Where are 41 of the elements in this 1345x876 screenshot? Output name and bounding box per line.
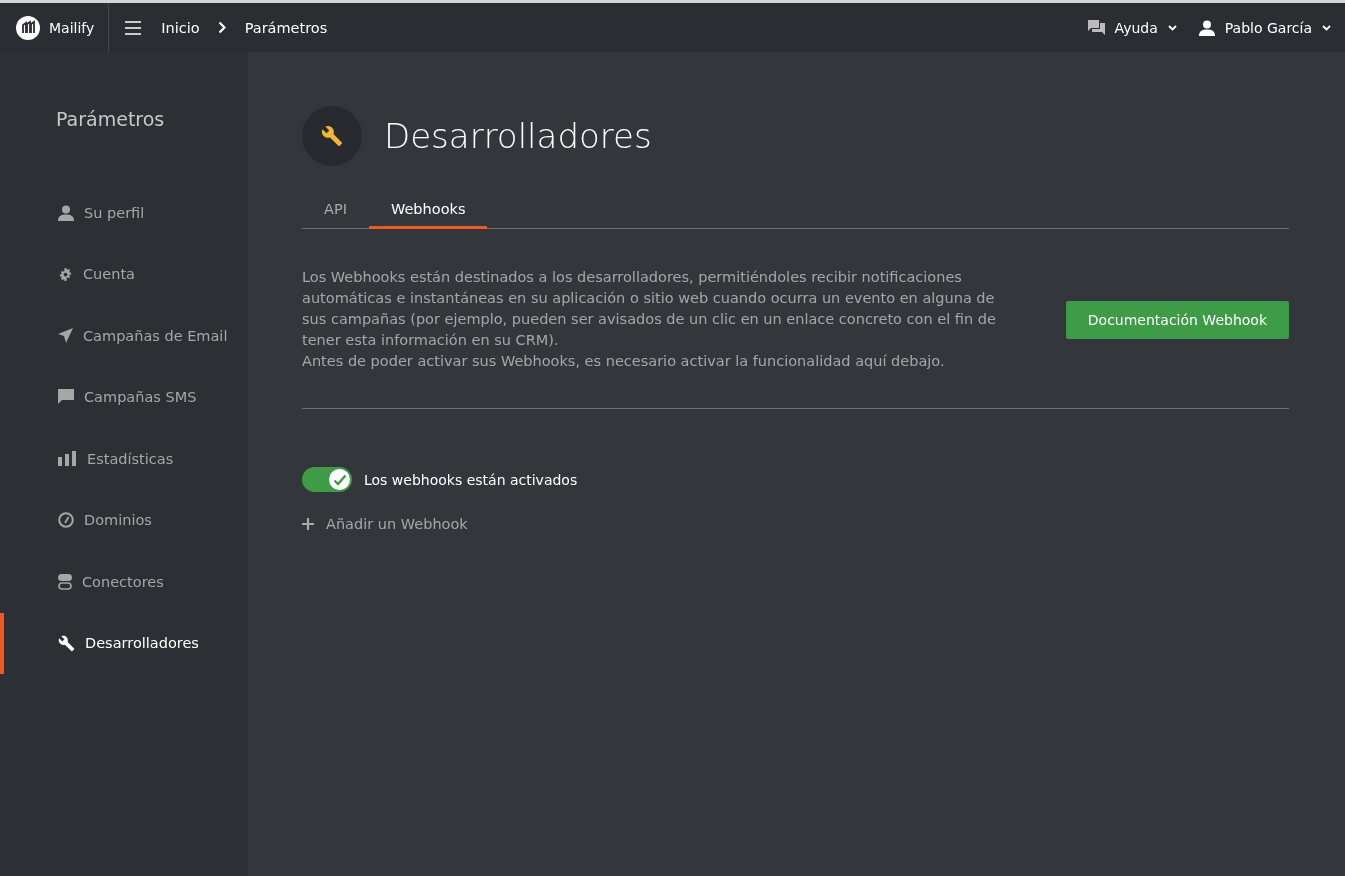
sidebar-item[interactable]: Campañas de Email (0, 305, 248, 367)
caret-icon (1322, 24, 1331, 31)
toggle-switch[interactable] (302, 467, 352, 492)
note-text: Antes de poder activar sus Webhooks, es necesario activar la funcionalidad aquí debajo. (302, 352, 946, 371)
breadcrumb-link[interactable]: Parámetros (244, 19, 328, 36)
chat-icon (1087, 20, 1105, 35)
gear-icon (58, 266, 73, 282)
plus-icon (302, 518, 314, 530)
toggle-icon (58, 573, 72, 590)
sidebar-item[interactable]: Cuenta (0, 243, 248, 305)
sidebar-item[interactable]: Desarrolladores (0, 612, 248, 674)
toggle-label: Los webhooks están activados (364, 471, 578, 488)
wrench-icon (58, 634, 75, 652)
send-icon (58, 328, 73, 344)
sidebar-item[interactable]: Su perfil (0, 182, 248, 244)
description-text: Los Webhooks están destinados a los desarrolladores, permitiéndoles recibir notificaciones automáticas e instantáneas en su aplicación o sitio web cuando ocurra un evento en alguna de sus campañas (por ejemplo, pueden ser avisados de un clic en un enlace concreto con el fin de tener esta información en su CRM). (302, 268, 997, 350)
check-icon (332, 473, 347, 486)
tab[interactable]: API (302, 192, 369, 229)
user-menu[interactable]: Pablo García (1214, 19, 1331, 36)
chat-icon (58, 389, 74, 406)
sidebar-title: Parámetros (56, 108, 166, 130)
chevron-right-icon (217, 21, 227, 34)
user-icon (1198, 19, 1215, 36)
brand-name[interactable]: Mailify (49, 19, 95, 36)
wrench-icon (321, 125, 343, 147)
caret-icon (1167, 24, 1177, 31)
bar-chart-icon (58, 451, 77, 467)
add-webhook-link[interactable]: Añadir un Webhook (302, 516, 468, 532)
menu-icon[interactable] (125, 20, 142, 35)
page-title: Desarrolladores (384, 116, 652, 156)
sidebar-item[interactable]: Estadísticas (0, 428, 248, 490)
logo-icon (16, 15, 40, 40)
sidebar-item[interactable]: Campañas SMS (0, 366, 248, 428)
breadcrumb-link[interactable]: Inicio (161, 19, 200, 36)
help-menu[interactable]: Ayuda (1104, 19, 1177, 36)
compass-icon (58, 512, 74, 529)
tab[interactable]: Webhooks (368, 192, 488, 229)
user-icon (58, 204, 74, 221)
sidebar-item[interactable]: Dominios (0, 489, 248, 551)
sidebar-item[interactable]: Conectores (0, 551, 248, 613)
documentation-button[interactable]: Documentación Webhook (1065, 300, 1289, 339)
